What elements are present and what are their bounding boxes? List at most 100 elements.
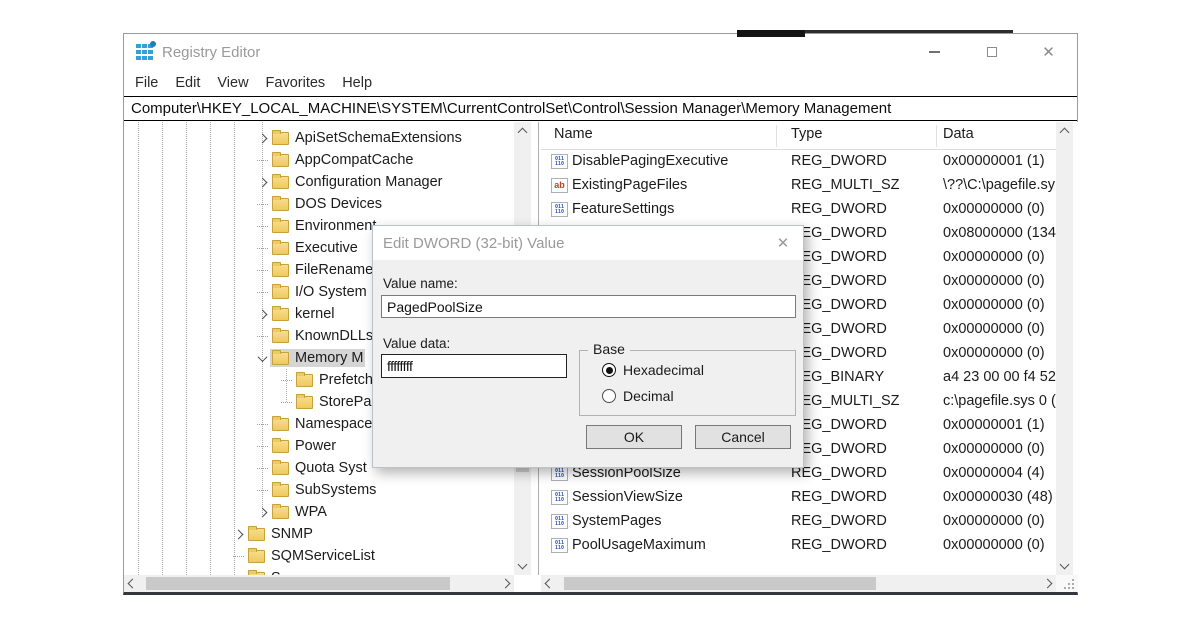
tree-node[interactable]: AppCompatCache bbox=[270, 151, 416, 169]
tree-item[interactable]: ApiSetSchemaExtensions bbox=[124, 127, 513, 149]
minimize-button[interactable] bbox=[906, 34, 963, 70]
menu-view[interactable]: View bbox=[217, 75, 248, 91]
close-button[interactable]: ✕ bbox=[1020, 34, 1077, 70]
value-data-cell: 0x00000000 (0) bbox=[943, 513, 1056, 529]
folder-icon bbox=[272, 220, 289, 233]
tree-item-label: Executive bbox=[295, 240, 358, 256]
menu-favorites[interactable]: Favorites bbox=[266, 75, 326, 91]
tree-expander-icon[interactable] bbox=[230, 526, 246, 542]
tree-item-label: SubSystems bbox=[295, 482, 376, 498]
scrollbar-thumb[interactable] bbox=[146, 577, 450, 590]
scroll-down-button[interactable] bbox=[1056, 556, 1073, 573]
radio-button-icon[interactable] bbox=[602, 363, 616, 377]
tree-item-label: Environment bbox=[295, 218, 376, 234]
tree-horizontal-scrollbar[interactable] bbox=[124, 575, 514, 592]
minimize-icon bbox=[929, 51, 940, 53]
registry-value-row[interactable]: 011110FeatureSettingsREG_DWORD0x00000000… bbox=[541, 198, 1056, 222]
value-data-field[interactable]: ffffffff bbox=[381, 354, 567, 378]
tree-node[interactable]: Power bbox=[270, 437, 338, 455]
tree-connector bbox=[254, 416, 270, 432]
tree-expander-icon[interactable] bbox=[254, 306, 270, 322]
scroll-down-button[interactable] bbox=[514, 556, 531, 573]
tree-node[interactable]: SQMServiceList bbox=[246, 547, 377, 565]
value-type-cell: REG_MULTI_SZ bbox=[791, 177, 900, 193]
tree-node[interactable]: Configuration Manager bbox=[270, 173, 445, 191]
tree-item[interactable]: WPA bbox=[124, 501, 513, 523]
scroll-up-button[interactable] bbox=[514, 124, 531, 141]
menu-edit[interactable]: Edit bbox=[175, 75, 200, 91]
value-type-cell: REG_DWORD bbox=[791, 153, 887, 169]
tree-expander-icon[interactable] bbox=[254, 504, 270, 520]
tree-node[interactable]: WPA bbox=[270, 503, 329, 521]
column-separator[interactable] bbox=[936, 125, 937, 147]
tree-node[interactable]: ApiSetSchemaExtensions bbox=[270, 129, 464, 147]
tree-expander-icon[interactable] bbox=[254, 130, 270, 146]
tree-node[interactable]: Environment bbox=[270, 217, 378, 235]
registry-value-row[interactable]: 011110SystemPagesREG_DWORD0x00000000 (0) bbox=[541, 510, 1056, 534]
radio-decimal[interactable]: Decimal bbox=[602, 388, 674, 404]
tree-node[interactable]: DOS Devices bbox=[270, 195, 384, 213]
tree-connector bbox=[278, 372, 294, 388]
dialog-title-bar[interactable]: Edit DWORD (32-bit) Value ✕ bbox=[373, 226, 803, 260]
menu-file[interactable]: File bbox=[135, 75, 158, 91]
tree-connector bbox=[254, 482, 270, 498]
menu-help[interactable]: Help bbox=[342, 75, 372, 91]
column-separator[interactable] bbox=[776, 125, 777, 147]
tree-item[interactable]: S bbox=[124, 567, 513, 575]
scroll-left-button[interactable] bbox=[124, 575, 141, 592]
value-data-cell: 0x00000000 (0) bbox=[943, 297, 1056, 313]
tree-node[interactable]: Executive bbox=[270, 239, 360, 257]
column-header-data[interactable]: Data bbox=[943, 126, 974, 142]
title-bar[interactable]: Registry Editor ✕ bbox=[124, 34, 1077, 70]
value-data-cell: 0x00000000 (0) bbox=[943, 273, 1056, 289]
scroll-up-button[interactable] bbox=[1056, 124, 1073, 141]
reg-dword-icon: 011110 bbox=[551, 154, 568, 169]
value-name-field[interactable]: PagedPoolSize bbox=[381, 295, 796, 318]
value-name-cell: PoolUsageMaximum bbox=[572, 537, 706, 553]
tree-node[interactable]: Namespace bbox=[270, 415, 374, 433]
radio-button-icon[interactable] bbox=[602, 389, 616, 403]
tree-node[interactable]: SNMP bbox=[246, 525, 315, 543]
tree-node[interactable]: kernel bbox=[270, 305, 337, 323]
tree-item[interactable]: DOS Devices bbox=[124, 193, 513, 215]
tree-item-label: SNMP bbox=[271, 526, 313, 542]
cancel-button[interactable]: Cancel bbox=[695, 425, 791, 449]
scroll-left-button[interactable] bbox=[541, 575, 558, 592]
scroll-right-button[interactable] bbox=[497, 575, 514, 592]
scrollbar-thumb[interactable] bbox=[564, 577, 876, 590]
scroll-right-button[interactable] bbox=[1039, 575, 1056, 592]
value-data-cell: 0x00000000 (0) bbox=[943, 321, 1056, 337]
tree-connector bbox=[254, 218, 270, 234]
maximize-button[interactable] bbox=[963, 34, 1020, 70]
registry-value-row[interactable]: 011110SessionViewSizeREG_DWORD0x00000030… bbox=[541, 486, 1056, 510]
registry-value-row[interactable]: abExistingPageFilesREG_MULTI_SZ\??\C:\pa… bbox=[541, 174, 1056, 198]
resize-corner[interactable] bbox=[1056, 575, 1078, 592]
column-header-name[interactable]: Name bbox=[554, 126, 593, 142]
tree-node[interactable]: SubSystems bbox=[270, 481, 378, 499]
column-header-type[interactable]: Type bbox=[791, 126, 822, 142]
tree-item[interactable]: AppCompatCache bbox=[124, 149, 513, 171]
tree-node[interactable]: FileRename bbox=[270, 261, 375, 279]
value-data-cell: 0x00000000 (0) bbox=[943, 201, 1056, 217]
address-bar[interactable]: Computer\HKEY_LOCAL_MACHINE\SYSTEM\Curre… bbox=[124, 96, 1077, 121]
tree-item[interactable]: SQMServiceList bbox=[124, 545, 513, 567]
tree-node-selected[interactable]: Memory M bbox=[270, 349, 365, 367]
tree-expander-icon[interactable] bbox=[254, 174, 270, 190]
registry-value-row[interactable]: 011110DisablePagingExecutiveREG_DWORD0x0… bbox=[541, 150, 1056, 174]
dialog-close-button[interactable]: ✕ bbox=[773, 234, 793, 252]
tree-expander-icon[interactable] bbox=[254, 350, 270, 366]
list-horizontal-scrollbar[interactable] bbox=[541, 575, 1056, 592]
tree-node[interactable]: Prefetch bbox=[294, 371, 375, 389]
tree-node[interactable]: Quota Syst bbox=[270, 459, 369, 477]
value-type-cell: REG_DWORD bbox=[791, 297, 887, 313]
tree-item[interactable]: Configuration Manager bbox=[124, 171, 513, 193]
tree-node[interactable]: StorePar bbox=[294, 393, 378, 411]
ok-button[interactable]: OK bbox=[586, 425, 682, 449]
list-vertical-scrollbar[interactable] bbox=[1056, 122, 1073, 575]
tree-node[interactable]: I/O System bbox=[270, 283, 369, 301]
tree-item[interactable]: SNMP bbox=[124, 523, 513, 545]
tree-node[interactable]: KnownDLLs bbox=[270, 327, 375, 345]
tree-item[interactable]: SubSystems bbox=[124, 479, 513, 501]
registry-value-row[interactable]: 011110PoolUsageMaximumREG_DWORD0x0000000… bbox=[541, 534, 1056, 558]
radio-hexadecimal[interactable]: Hexadecimal bbox=[602, 362, 704, 378]
